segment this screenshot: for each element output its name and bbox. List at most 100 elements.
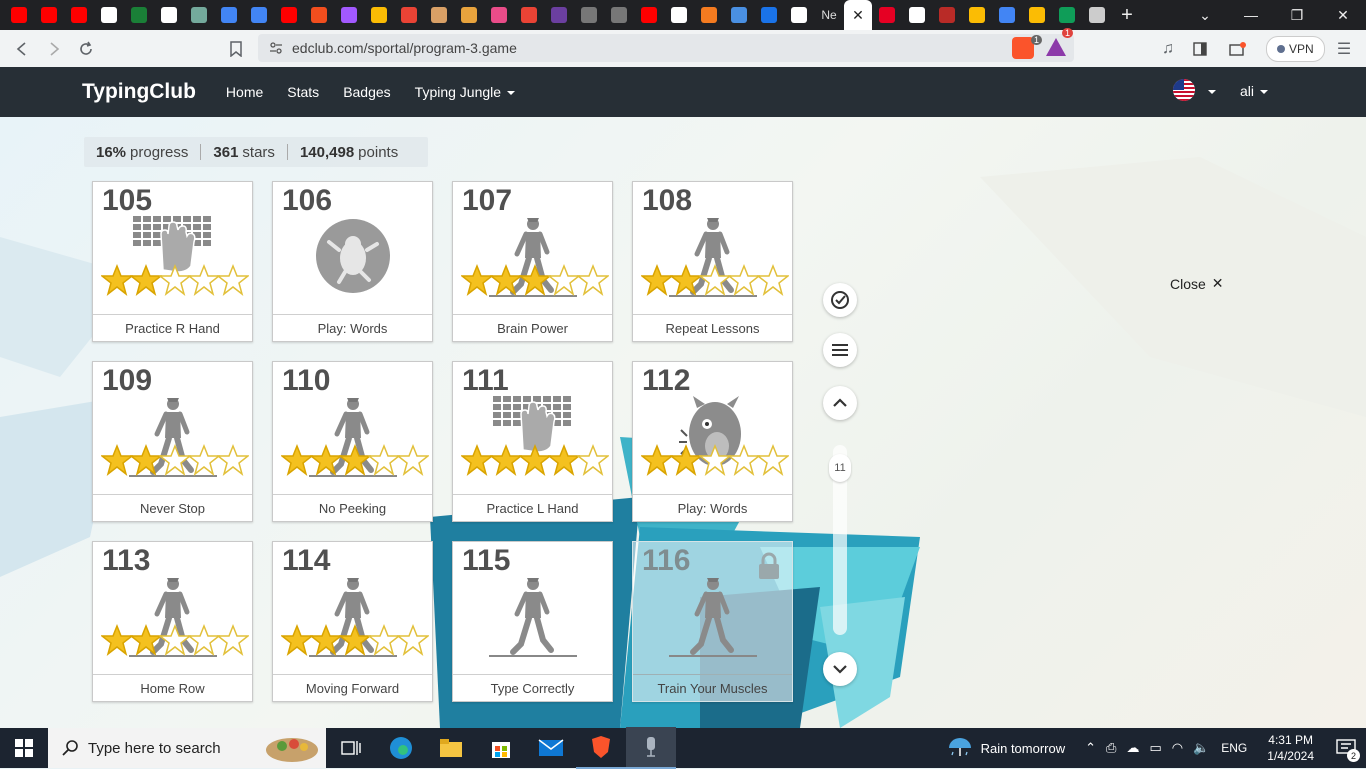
tab-search-icon[interactable]: ⌄ (1182, 0, 1228, 30)
tab-10[interactable] (304, 0, 334, 30)
bookmark-icon[interactable] (220, 33, 252, 65)
lesson-card[interactable]: 105 Practice R Hand (92, 181, 253, 342)
nav-badges[interactable]: Badges (343, 84, 390, 100)
tab-21[interactable] (634, 0, 664, 30)
nav-home[interactable]: Home (226, 84, 263, 100)
onedrive-icon[interactable]: ☁ (1126, 740, 1139, 756)
tab-26[interactable] (784, 0, 814, 30)
nav-typing-jungle[interactable]: Typing Jungle (415, 84, 516, 100)
chevron-up-icon[interactable]: ⌃ (1085, 740, 1096, 756)
recorder-icon[interactable] (626, 727, 676, 769)
back-icon[interactable] (6, 33, 38, 65)
tab-18[interactable] (544, 0, 574, 30)
tab-22[interactable] (664, 0, 694, 30)
brave-rewards-icon[interactable]: 1 (1046, 28, 1074, 56)
notification-center-icon[interactable]: 2 (1326, 728, 1366, 768)
user-menu[interactable]: ali (1240, 83, 1269, 99)
new-tab-button[interactable]: + (1112, 4, 1142, 27)
taskbar-search[interactable]: Type here to search (48, 728, 326, 768)
tab-6[interactable] (184, 0, 214, 30)
close-window-icon[interactable]: ✕ (1320, 0, 1366, 30)
tab-17[interactable] (514, 0, 544, 30)
address-bar[interactable]: edclub.com/sportal/program-3.game (258, 34, 1074, 62)
tab-1[interactable] (34, 0, 64, 30)
task-view-icon[interactable] (326, 728, 376, 768)
wifi-icon[interactable]: ◠ (1172, 740, 1183, 756)
volume-icon[interactable]: 🔈 (1193, 740, 1209, 756)
site-settings-icon[interactable] (268, 40, 284, 56)
tab-2[interactable] (64, 0, 94, 30)
scroll-position-pill[interactable]: 11 (829, 454, 851, 482)
vpn-button[interactable]: VPN (1266, 36, 1325, 62)
tab-20[interactable] (604, 0, 634, 30)
lesson-card[interactable]: 116 Train Your Muscles (632, 541, 793, 702)
lesson-card[interactable]: 110 No Peeking (272, 361, 433, 522)
us-flag-icon[interactable] (1173, 79, 1195, 101)
nav-stats[interactable]: Stats (287, 84, 319, 100)
tab-after-0[interactable] (872, 0, 902, 30)
tab-4[interactable] (124, 0, 154, 30)
scroll-down-button[interactable] (823, 652, 857, 686)
tab-23[interactable] (694, 0, 724, 30)
check-progress-button[interactable] (823, 283, 857, 317)
tab-8[interactable] (244, 0, 274, 30)
brand-logo[interactable]: TypingClub (82, 80, 196, 104)
weather-text[interactable]: Rain tomorrow (981, 741, 1066, 756)
lesson-card[interactable]: 114 Moving Forward (272, 541, 433, 702)
tab-7[interactable] (214, 0, 244, 30)
tab-3[interactable] (94, 0, 124, 30)
battery-icon[interactable]: ▭ (1149, 740, 1161, 756)
tab-9[interactable] (274, 0, 304, 30)
wallet-icon[interactable] (1222, 33, 1254, 65)
tab-after-4[interactable] (992, 0, 1022, 30)
tab-11[interactable] (334, 0, 364, 30)
mail-icon[interactable] (526, 728, 576, 768)
tab-14[interactable] (424, 0, 454, 30)
media-icon[interactable]: ♫ (1152, 33, 1184, 65)
meet-now-icon[interactable]: ⎙ (1106, 740, 1116, 756)
brave-icon[interactable] (576, 727, 626, 769)
language-chevron-icon[interactable] (1208, 90, 1216, 94)
tab-after-7[interactable] (1082, 0, 1112, 30)
lesson-card[interactable]: 112 Play: Words (632, 361, 793, 522)
language-indicator[interactable]: ENG (1221, 741, 1247, 755)
lesson-card[interactable]: 108 Repeat Lessons (632, 181, 793, 342)
tab-19[interactable] (574, 0, 604, 30)
tab-25[interactable] (754, 0, 784, 30)
tab-5[interactable] (154, 0, 184, 30)
tab-12[interactable] (364, 0, 394, 30)
close-button[interactable]: Close ✕ (1170, 275, 1224, 292)
tab-after-6[interactable] (1052, 0, 1082, 30)
tab-24[interactable] (724, 0, 754, 30)
lesson-card[interactable]: 107 Brain Power (452, 181, 613, 342)
tab-after-1[interactable] (902, 0, 932, 30)
tab-after-3[interactable] (962, 0, 992, 30)
minimize-icon[interactable]: — (1228, 0, 1274, 30)
lesson-card[interactable]: 113 Home Row (92, 541, 253, 702)
menu-button[interactable] (823, 333, 857, 367)
lesson-card[interactable]: 111 Practice L Hand (452, 361, 613, 522)
tab-0[interactable] (4, 0, 34, 30)
reload-icon[interactable] (70, 33, 102, 65)
edge-icon[interactable] (376, 728, 426, 768)
start-button[interactable] (0, 728, 48, 768)
tab-medium[interactable]: Ne (814, 0, 844, 30)
lesson-card[interactable]: 109 Never Stop (92, 361, 253, 522)
brave-shield-icon[interactable]: 1 (1012, 35, 1042, 59)
tab-after-5[interactable] (1022, 0, 1052, 30)
clock[interactable]: 4:31 PM 1/4/2024 (1267, 732, 1314, 764)
tab-13[interactable] (394, 0, 424, 30)
lesson-card[interactable]: 115 Type Correctly (452, 541, 613, 702)
lesson-card[interactable]: 106 Play: Words (272, 181, 433, 342)
tab-15[interactable] (454, 0, 484, 30)
forward-icon[interactable] (38, 33, 70, 65)
active-tab[interactable]: ✕ (844, 0, 872, 30)
sidebar-toggle-icon[interactable] (1184, 33, 1216, 65)
menu-icon[interactable]: ☰ (1328, 33, 1360, 65)
tab-after-2[interactable] (932, 0, 962, 30)
tab-16[interactable] (484, 0, 514, 30)
scroll-up-button[interactable] (823, 386, 857, 420)
file-explorer-icon[interactable] (426, 728, 476, 768)
tab-close-icon[interactable]: ✕ (852, 7, 864, 24)
restore-icon[interactable]: ❐ (1274, 0, 1320, 30)
